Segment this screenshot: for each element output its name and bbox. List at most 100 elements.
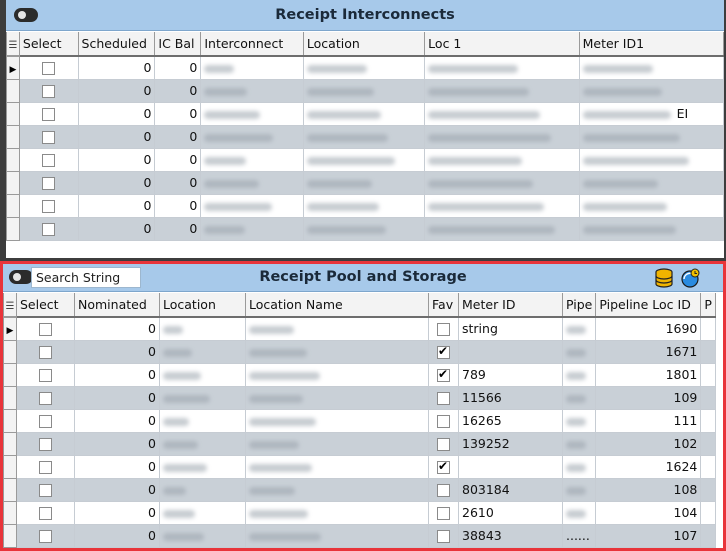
database-icon[interactable]: [653, 267, 675, 289]
loc-1-cell[interactable]: [424, 55, 580, 80]
loc-1-cell[interactable]: [424, 216, 580, 241]
location-cell[interactable]: [159, 431, 246, 456]
location-name-cell[interactable]: [245, 477, 429, 502]
table-row[interactable]: 0 139252 102: [3, 431, 716, 456]
ic-bal-cell[interactable]: 0: [154, 216, 202, 241]
ic-bal-cell[interactable]: 0: [154, 78, 202, 103]
meter-id-cell[interactable]: 16265: [458, 408, 563, 433]
loc-1-cell[interactable]: [424, 147, 580, 172]
location-cell[interactable]: [159, 500, 246, 525]
location-cell[interactable]: [159, 477, 246, 502]
interconnect-cell[interactable]: [200, 101, 304, 126]
table-row[interactable]: 00: [6, 170, 724, 195]
pipe-cell[interactable]: [561, 477, 597, 502]
meter-id-cell[interactable]: [458, 339, 563, 364]
select-cell[interactable]: [18, 193, 79, 218]
location-name-cell[interactable]: [245, 523, 429, 548]
row-indicator[interactable]: [6, 78, 20, 103]
select-checkbox[interactable]: [42, 85, 56, 98]
select-cell[interactable]: [16, 523, 75, 548]
nominated-cell[interactable]: 0: [74, 500, 160, 525]
fav-checkbox[interactable]: [437, 438, 450, 451]
location-cell[interactable]: [159, 454, 246, 479]
location-cell[interactable]: [159, 316, 246, 341]
nominated-cell[interactable]: 0: [74, 477, 160, 502]
column-header-meter-id[interactable]: Meter ID: [458, 293, 563, 318]
pipe-cell[interactable]: [561, 454, 597, 479]
select-checkbox[interactable]: [39, 415, 52, 428]
pipe-cell[interactable]: [561, 408, 597, 433]
meter-id1-cell[interactable]: [578, 55, 724, 80]
ic-bal-cell[interactable]: 0: [154, 55, 202, 80]
p-cell[interactable]: [700, 316, 716, 341]
pipe-cell[interactable]: [561, 339, 597, 364]
column-header-interconnect[interactable]: Interconnect: [200, 32, 304, 57]
scheduled-cell[interactable]: 0: [77, 216, 156, 241]
location-cell[interactable]: [159, 385, 246, 410]
select-checkbox[interactable]: [39, 507, 52, 520]
row-indicator[interactable]: [3, 431, 17, 456]
row-indicator[interactable]: [3, 385, 17, 410]
row-indicator[interactable]: [3, 339, 17, 364]
loc-1-cell[interactable]: [424, 193, 580, 218]
select-cell[interactable]: [16, 362, 75, 387]
fav-cell[interactable]: [428, 500, 459, 525]
interconnect-cell[interactable]: [200, 78, 304, 103]
select-cell[interactable]: [18, 55, 79, 80]
location-cell[interactable]: [302, 216, 426, 241]
column-header-loc-1[interactable]: Loc 1: [424, 32, 580, 57]
column-header-select[interactable]: Select: [16, 293, 75, 318]
select-cell[interactable]: [16, 477, 75, 502]
fav-checkbox[interactable]: [437, 415, 450, 428]
nominated-cell[interactable]: 0: [74, 431, 160, 456]
column-header-scheduled[interactable]: Scheduled: [77, 32, 156, 57]
grid-menu-icon[interactable]: ☰: [3, 293, 17, 318]
fav-cell[interactable]: [428, 385, 459, 410]
table-row[interactable]: 00: [6, 193, 724, 218]
select-checkbox[interactable]: [42, 154, 56, 167]
fav-checkbox[interactable]: [437, 484, 450, 497]
select-checkbox[interactable]: [42, 108, 56, 121]
location-cell[interactable]: [159, 523, 246, 548]
table-row[interactable]: ▶ 0 0: [6, 55, 724, 80]
table-row[interactable]: 0 789 1801: [3, 362, 716, 387]
fav-checkbox[interactable]: [437, 392, 450, 405]
column-header-pipe[interactable]: Pipe: [561, 293, 597, 318]
select-checkbox[interactable]: [42, 200, 56, 213]
select-cell[interactable]: [16, 408, 75, 433]
scheduled-cell[interactable]: 0: [77, 193, 156, 218]
table-row[interactable]: 0 0 EI: [6, 101, 724, 126]
select-checkbox[interactable]: [39, 323, 52, 337]
interconnect-cell[interactable]: [200, 216, 304, 241]
column-header-select[interactable]: Select: [18, 32, 79, 57]
table-row[interactable]: 00: [6, 216, 724, 241]
row-indicator[interactable]: [3, 408, 17, 433]
meter-id-cell[interactable]: [458, 454, 563, 479]
row-indicator[interactable]: ▶: [6, 55, 20, 80]
pipeline-loc-id-cell[interactable]: 108: [595, 477, 702, 502]
table-row[interactable]: 00: [6, 78, 724, 103]
meter-id-cell[interactable]: 789: [458, 362, 563, 387]
select-checkbox[interactable]: [39, 346, 52, 359]
location-name-cell[interactable]: [245, 316, 429, 341]
fav-checkbox[interactable]: [437, 459, 450, 474]
location-name-cell[interactable]: [245, 454, 429, 479]
select-checkbox[interactable]: [39, 369, 52, 382]
select-cell[interactable]: [18, 78, 79, 103]
fav-cell[interactable]: [428, 523, 459, 548]
scheduled-cell[interactable]: 0: [77, 78, 156, 103]
nominated-cell[interactable]: 0: [74, 316, 160, 341]
loc-1-cell[interactable]: [424, 124, 580, 149]
p-cell[interactable]: [700, 385, 716, 410]
column-header-fav[interactable]: Fav: [428, 293, 459, 318]
select-checkbox[interactable]: [42, 177, 56, 190]
row-indicator[interactable]: [6, 170, 20, 195]
select-cell[interactable]: [16, 500, 75, 525]
select-cell[interactable]: [18, 216, 79, 241]
row-indicator[interactable]: [3, 500, 17, 525]
table-row[interactable]: 0 38843...... 107: [3, 523, 716, 548]
pipeline-loc-id-cell[interactable]: 102: [595, 431, 702, 456]
p-cell[interactable]: [700, 408, 716, 433]
pipeline-loc-id-cell[interactable]: 1690: [595, 316, 702, 341]
column-header-pipeline-loc-id[interactable]: Pipeline Loc ID: [595, 293, 702, 318]
